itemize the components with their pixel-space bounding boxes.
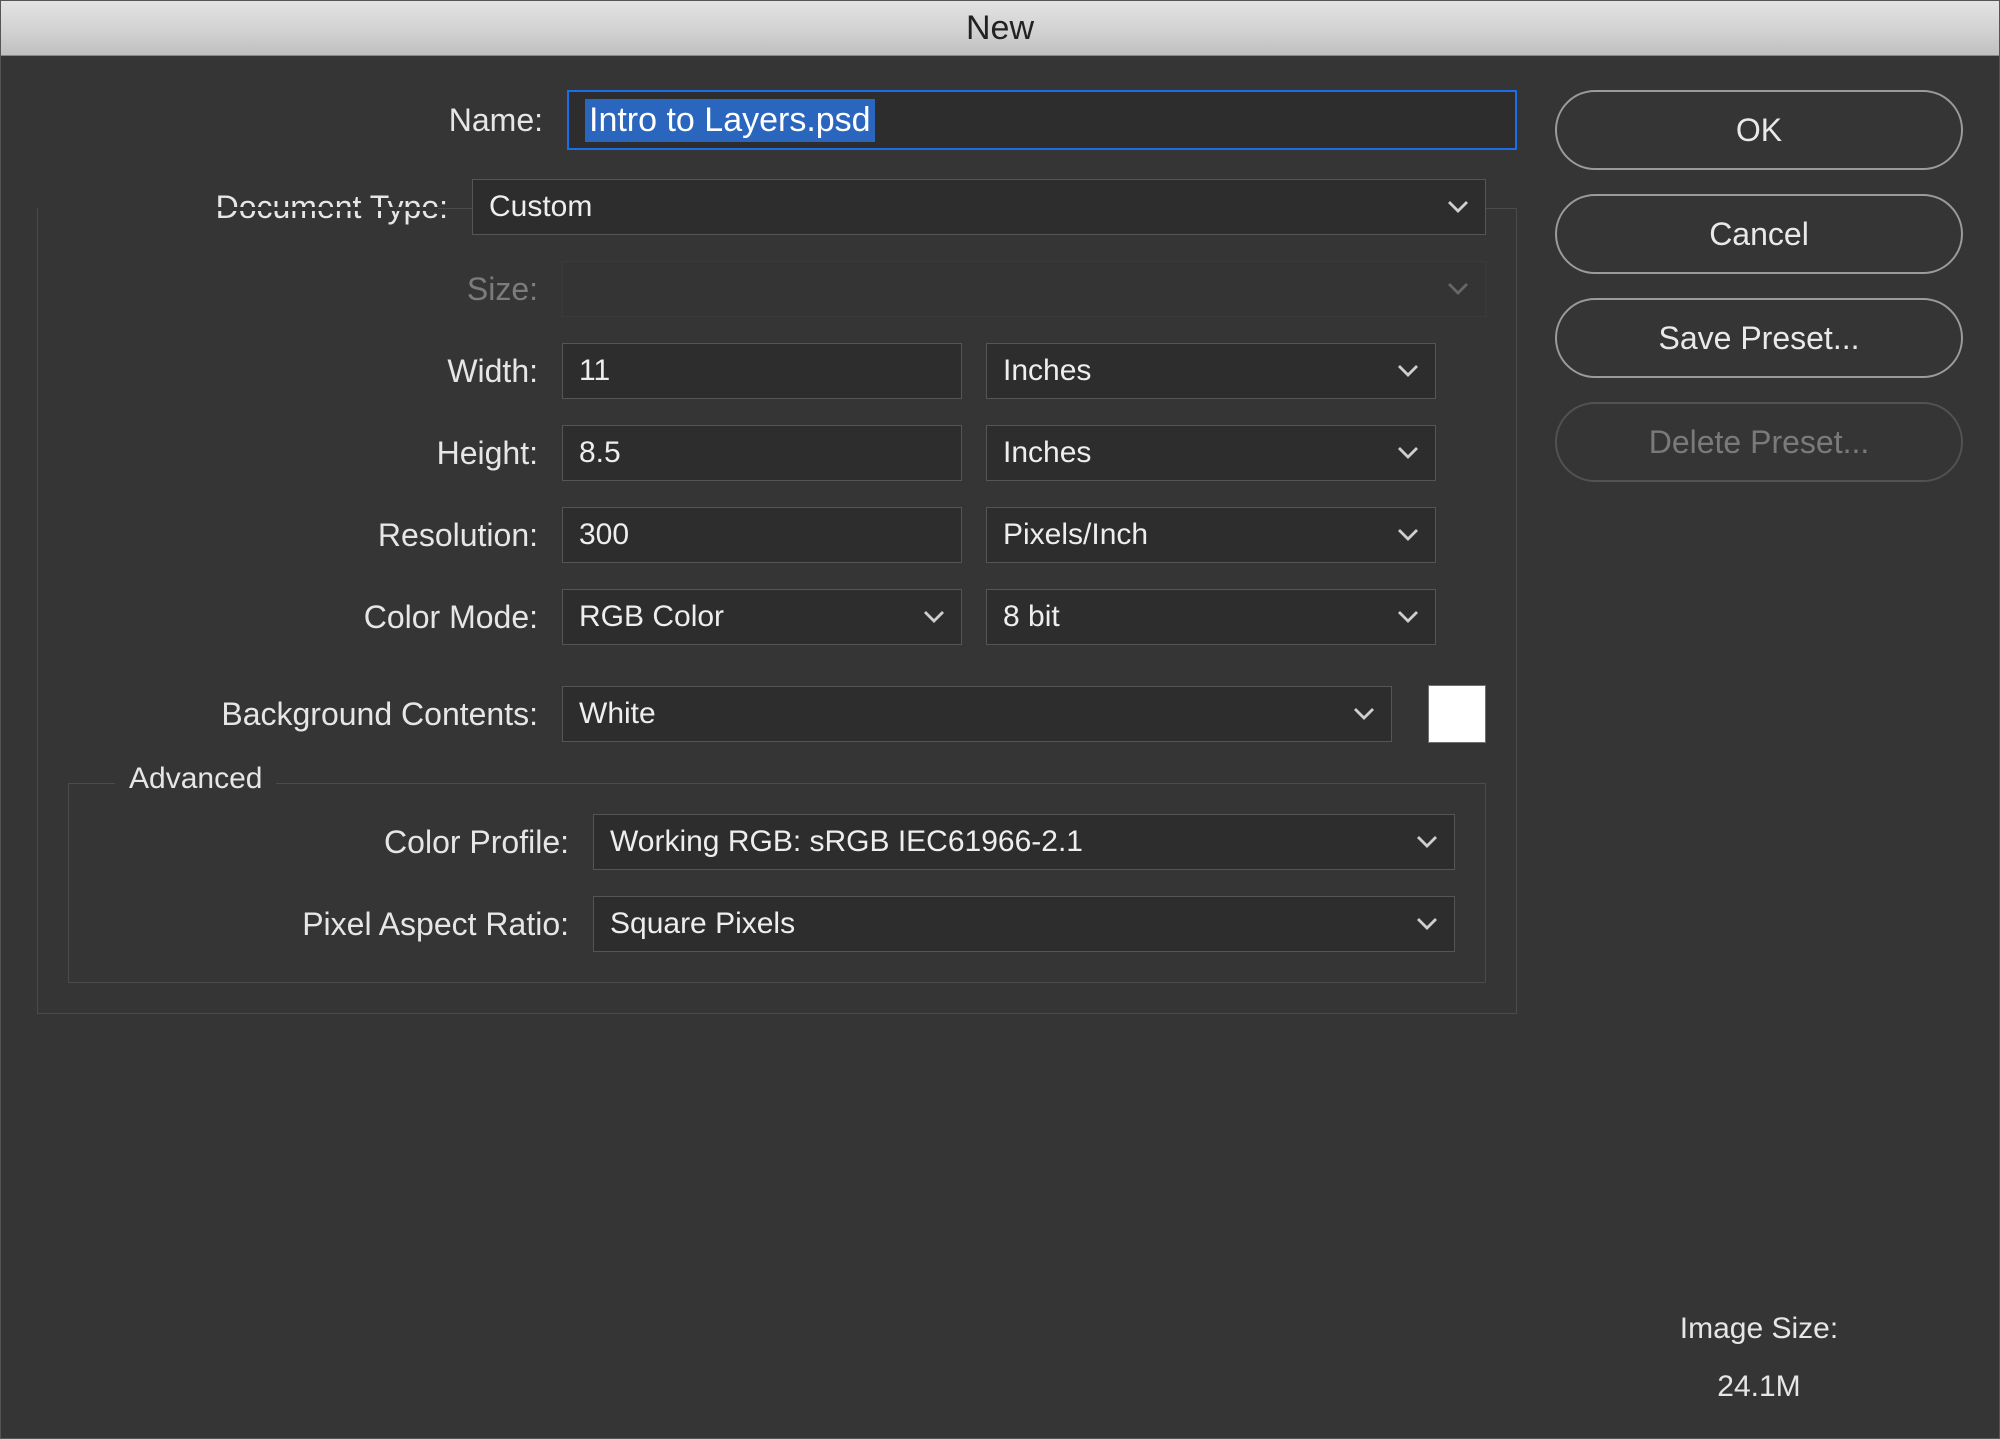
color-depth-select[interactable]: 8 bit	[986, 589, 1436, 645]
color-profile-value: Working RGB: sRGB IEC61966-2.1	[610, 825, 1083, 859]
chevron-down-icon	[1447, 282, 1469, 296]
name-row: Name: Intro to Layers.psd	[37, 90, 1517, 150]
pixel-aspect-ratio-label: Pixel Aspect Ratio:	[99, 906, 569, 943]
advanced-legend: Advanced	[115, 762, 276, 796]
color-profile-row: Color Profile: Working RGB: sRGB IEC6196…	[99, 814, 1455, 870]
name-input-value: Intro to Layers.psd	[585, 99, 875, 142]
pixel-aspect-ratio-row: Pixel Aspect Ratio: Square Pixels	[99, 896, 1455, 952]
width-row: Width: 11 Inches	[68, 343, 1486, 399]
image-size-info: Image Size: 24.1M	[1555, 1312, 1963, 1404]
name-input[interactable]: Intro to Layers.psd	[567, 90, 1517, 150]
chevron-down-icon	[1397, 610, 1419, 624]
ok-button[interactable]: OK	[1555, 90, 1963, 170]
chevron-down-icon	[923, 610, 945, 624]
background-contents-label: Background Contents:	[68, 696, 538, 733]
delete-preset-button: Delete Preset...	[1555, 402, 1963, 482]
document-settings-group: Document Type: Custom Size:	[37, 208, 1517, 1014]
width-input[interactable]: 11	[562, 343, 962, 399]
height-unit-value: Inches	[1003, 436, 1091, 470]
resolution-input[interactable]: 300	[562, 507, 962, 563]
dialog-body: Name: Intro to Layers.psd Document Type:…	[1, 56, 1999, 1438]
document-type-select[interactable]: Custom	[472, 179, 1486, 235]
document-type-label: Document Type:	[68, 189, 448, 226]
resolution-unit-select[interactable]: Pixels/Inch	[986, 507, 1436, 563]
image-size-value: 24.1M	[1555, 1370, 1963, 1404]
background-contents-row: Background Contents: White	[68, 685, 1486, 743]
image-size-label: Image Size:	[1555, 1312, 1963, 1346]
chevron-down-icon	[1447, 200, 1469, 214]
color-profile-select[interactable]: Working RGB: sRGB IEC61966-2.1	[593, 814, 1455, 870]
chevron-down-icon	[1397, 446, 1419, 460]
color-mode-row: Color Mode: RGB Color 8 bit	[68, 589, 1486, 645]
size-row: Size:	[68, 261, 1486, 317]
width-label: Width:	[68, 353, 538, 390]
color-depth-value: 8 bit	[1003, 600, 1060, 634]
height-input[interactable]: 8.5	[562, 425, 962, 481]
size-label: Size:	[68, 271, 538, 308]
height-value: 8.5	[579, 436, 621, 470]
height-label: Height:	[68, 435, 538, 472]
color-mode-value: RGB Color	[579, 600, 724, 634]
width-unit-select[interactable]: Inches	[986, 343, 1436, 399]
cancel-button[interactable]: Cancel	[1555, 194, 1963, 274]
chevron-down-icon	[1353, 707, 1375, 721]
height-row: Height: 8.5 Inches	[68, 425, 1486, 481]
resolution-label: Resolution:	[68, 517, 538, 554]
size-select	[562, 261, 1486, 317]
save-preset-button[interactable]: Save Preset...	[1555, 298, 1963, 378]
color-mode-select[interactable]: RGB Color	[562, 589, 962, 645]
background-contents-select[interactable]: White	[562, 686, 1392, 742]
chevron-down-icon	[1416, 917, 1438, 931]
pixel-aspect-ratio-value: Square Pixels	[610, 907, 795, 941]
resolution-value: 300	[579, 518, 629, 552]
chevron-down-icon	[1416, 835, 1438, 849]
background-contents-value: White	[579, 697, 656, 731]
document-type-value: Custom	[489, 190, 592, 224]
window-title: New	[1, 1, 1999, 56]
width-unit-value: Inches	[1003, 354, 1091, 388]
pixel-aspect-ratio-select[interactable]: Square Pixels	[593, 896, 1455, 952]
resolution-row: Resolution: 300 Pixels/Inch	[68, 507, 1486, 563]
resolution-unit-value: Pixels/Inch	[1003, 518, 1148, 552]
chevron-down-icon	[1397, 528, 1419, 542]
chevron-down-icon	[1397, 364, 1419, 378]
action-area: OK Cancel Save Preset... Delete Preset..…	[1555, 90, 1963, 1404]
advanced-group: Advanced Color Profile: Working RGB: sRG…	[68, 783, 1486, 983]
width-value: 11	[579, 354, 610, 388]
color-profile-label: Color Profile:	[99, 824, 569, 861]
background-color-swatch[interactable]	[1428, 685, 1486, 743]
color-mode-label: Color Mode:	[68, 599, 538, 636]
new-document-dialog: New Name: Intro to Layers.psd Document T…	[0, 0, 2000, 1439]
height-unit-select[interactable]: Inches	[986, 425, 1436, 481]
document-type-row: Document Type: Custom	[68, 179, 1486, 235]
form-area: Name: Intro to Layers.psd Document Type:…	[37, 90, 1517, 1404]
name-label: Name:	[37, 102, 543, 139]
